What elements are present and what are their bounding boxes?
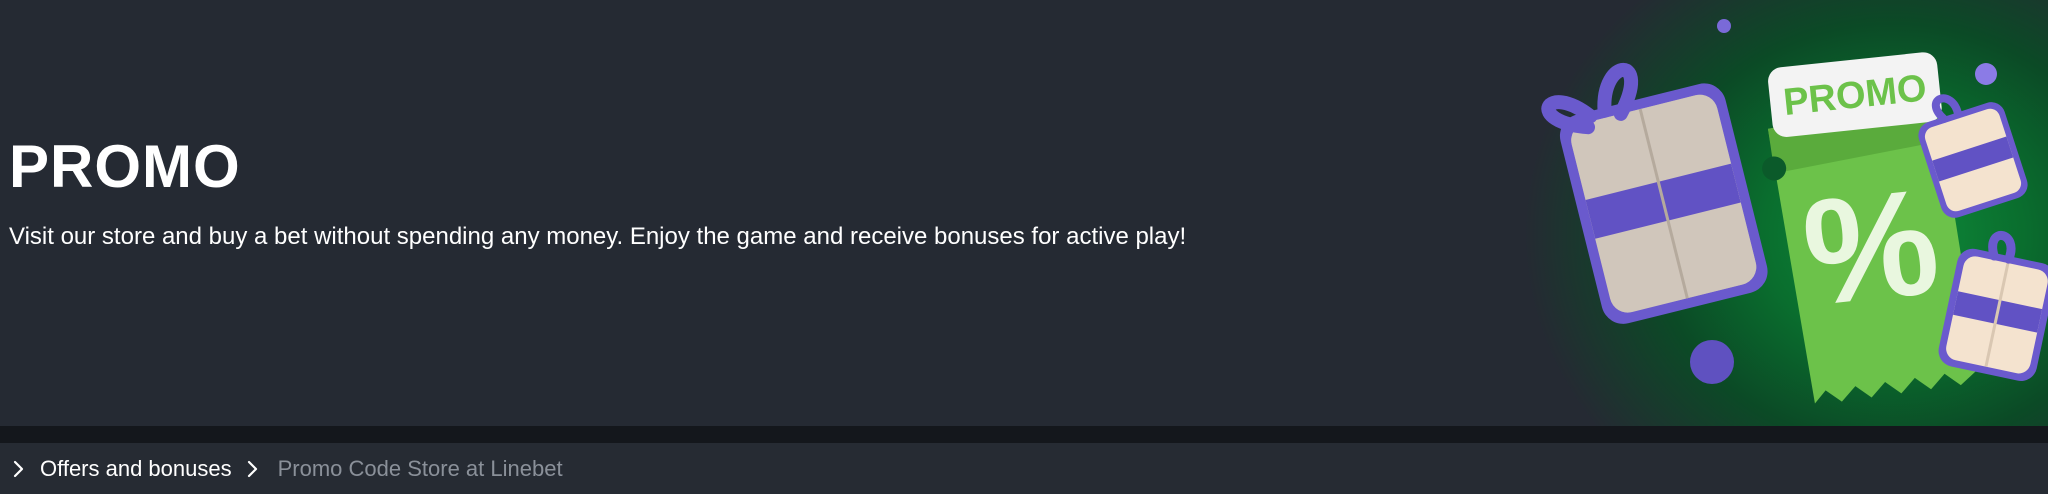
- percent-icon: %: [1796, 156, 1946, 337]
- promo-hero-banner: PROMO Visit our store and buy a bet with…: [0, 0, 2048, 426]
- page-title: PROMO: [9, 133, 241, 200]
- breadcrumb-item-offers-and-bonuses[interactable]: Offers and bonuses: [40, 456, 232, 482]
- hero-description: Visit our store and buy a bet without sp…: [9, 223, 1187, 250]
- orb-decoration: [1717, 19, 1731, 33]
- orb-decoration: [1975, 63, 1997, 85]
- orb-decoration: [1690, 340, 1734, 384]
- breadcrumb: Offers and bonuses Promo Code Store at L…: [0, 443, 2048, 494]
- breadcrumb-item-current: Promo Code Store at Linebet: [277, 455, 563, 481]
- promo-page: PROMO Visit our store and buy a bet with…: [0, 0, 2048, 494]
- chevron-right-icon: [246, 459, 260, 479]
- section-divider: [0, 426, 2048, 443]
- promo-illustration: PROMO %: [1428, 0, 2048, 426]
- chevron-right-icon: [12, 459, 26, 479]
- promo-ticket-illustration: PROMO %: [1541, 19, 2048, 404]
- gift-box-large: [1541, 62, 1768, 324]
